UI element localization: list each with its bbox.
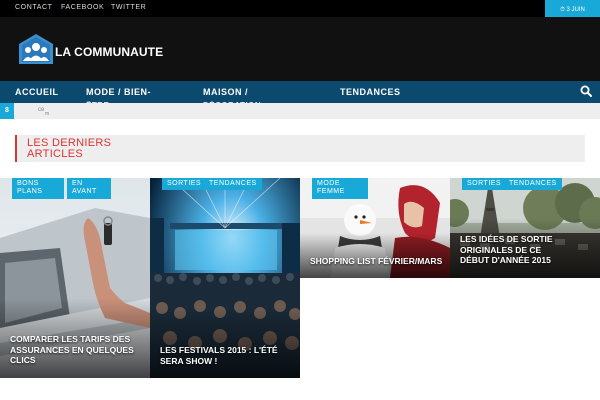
article-title[interactable]: COMPARER LES TARIFS DES ASSURANCES EN QU… bbox=[10, 334, 140, 366]
article-card-sorties[interactable]: SORTIES TENDANCES LES IDÉES DE SORTIE OR… bbox=[450, 178, 600, 278]
facebook-link[interactable]: FACEBOOK bbox=[61, 4, 104, 11]
article-card-insurance[interactable]: BONS PLANS EN AVANT COMPARER LES TARIFS … bbox=[0, 178, 150, 378]
article-title[interactable]: LES FESTIVALS 2015 : L'ÉTÉ SERA SHOW ! bbox=[160, 345, 285, 366]
tag-mode-femme[interactable]: MODE FEMME bbox=[312, 178, 368, 199]
site-header: LA COMMUNAUTE bbox=[0, 17, 600, 81]
tag-en-avant[interactable]: EN AVANT bbox=[67, 178, 111, 199]
nav-item-accueil[interactable]: ACCUEIL bbox=[15, 87, 59, 97]
news-ticker: 8 ce m bbox=[0, 103, 600, 119]
tag-tendances[interactable]: TENDANCES bbox=[204, 178, 262, 191]
nav-item-mode-bien-etre[interactable]: MODE / BIEN- bbox=[86, 87, 151, 97]
ticker-fragment-2: m bbox=[45, 111, 50, 117]
tag-sorties[interactable]: SORTIES bbox=[462, 178, 507, 191]
article-card-festivals[interactable]: SORTIES TENDANCES LES FESTIVALS 2015 : L… bbox=[150, 178, 300, 378]
section-title: LES DERNIERS ARTICLES bbox=[27, 137, 112, 160]
date-day: ⏱ 3 JUIN bbox=[560, 7, 585, 13]
article-title[interactable]: SHOPPING LIST FÉVRIER/MARS bbox=[310, 256, 450, 267]
tag-bons-plans[interactable]: BONS PLANS bbox=[12, 178, 64, 199]
tag-sorties[interactable]: SORTIES bbox=[162, 178, 207, 191]
nav-item-maison-decoration[interactable]: MAISON / bbox=[203, 87, 248, 97]
image-gradient bbox=[150, 308, 300, 378]
site-name[interactable]: LA COMMUNAUTE bbox=[55, 45, 163, 59]
ticker-fragment: ce bbox=[38, 107, 45, 113]
contact-link[interactable]: CONTACT bbox=[15, 4, 53, 11]
ticker-number: 8 bbox=[0, 103, 14, 119]
tag-tendances[interactable]: TENDANCES bbox=[504, 178, 562, 191]
community-logo-icon[interactable] bbox=[19, 34, 53, 64]
section-header: LES DERNIERS ARTICLES bbox=[15, 135, 585, 162]
search-icon[interactable] bbox=[580, 85, 592, 97]
twitter-link[interactable]: TWITTER bbox=[111, 4, 146, 11]
article-card-shopping[interactable]: MODE FEMME SHOPPING LIST FÉVRIER/MARS bbox=[300, 178, 450, 278]
main-nav: ACCUEIL MODE / BIEN- MAISON / TENDANCES … bbox=[0, 81, 600, 107]
nav-item-tendances[interactable]: TENDANCES bbox=[340, 87, 401, 97]
article-title[interactable]: LES IDÉES DE SORTIE ORIGINALES DE CE DÉB… bbox=[460, 234, 570, 266]
top-bar: CONTACT FACEBOOK TWITTER bbox=[0, 0, 600, 17]
